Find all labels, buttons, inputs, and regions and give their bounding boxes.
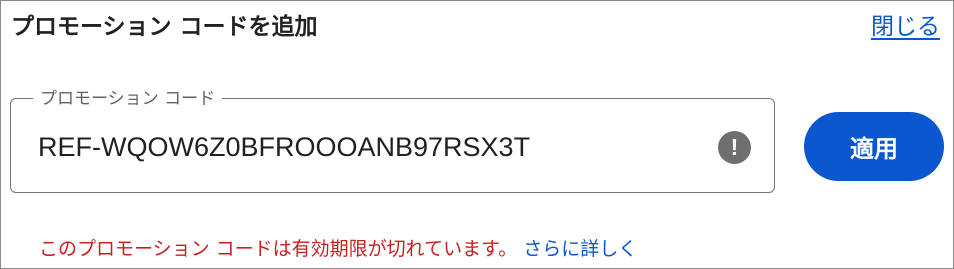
promo-code-field-label: プロモーション コード bbox=[33, 84, 223, 109]
apply-button[interactable]: 適用 bbox=[804, 112, 944, 181]
panel-header: プロモーション コードを追加 閉じる bbox=[11, 5, 943, 41]
promo-code-panel: プロモーション コードを追加 閉じる プロモーション コード ! 適用 このプロ… bbox=[0, 0, 954, 269]
panel-title: プロモーション コードを追加 bbox=[11, 14, 318, 40]
promo-code-field-container: プロモーション コード ! bbox=[10, 84, 776, 194]
exclamation-circle-icon: ! bbox=[718, 131, 751, 164]
promo-code-input[interactable] bbox=[38, 129, 688, 165]
close-link[interactable]: 閉じる bbox=[871, 7, 940, 41]
promo-code-field: プロモーション コード ! bbox=[10, 84, 775, 193]
error-message: このプロモーション コードは有効期限が切れています。 さらに詳しく bbox=[39, 234, 637, 261]
error-message-text: このプロモーション コードは有効期限が切れています。 bbox=[39, 238, 518, 260]
learn-more-link[interactable]: さらに詳しく bbox=[523, 238, 637, 260]
